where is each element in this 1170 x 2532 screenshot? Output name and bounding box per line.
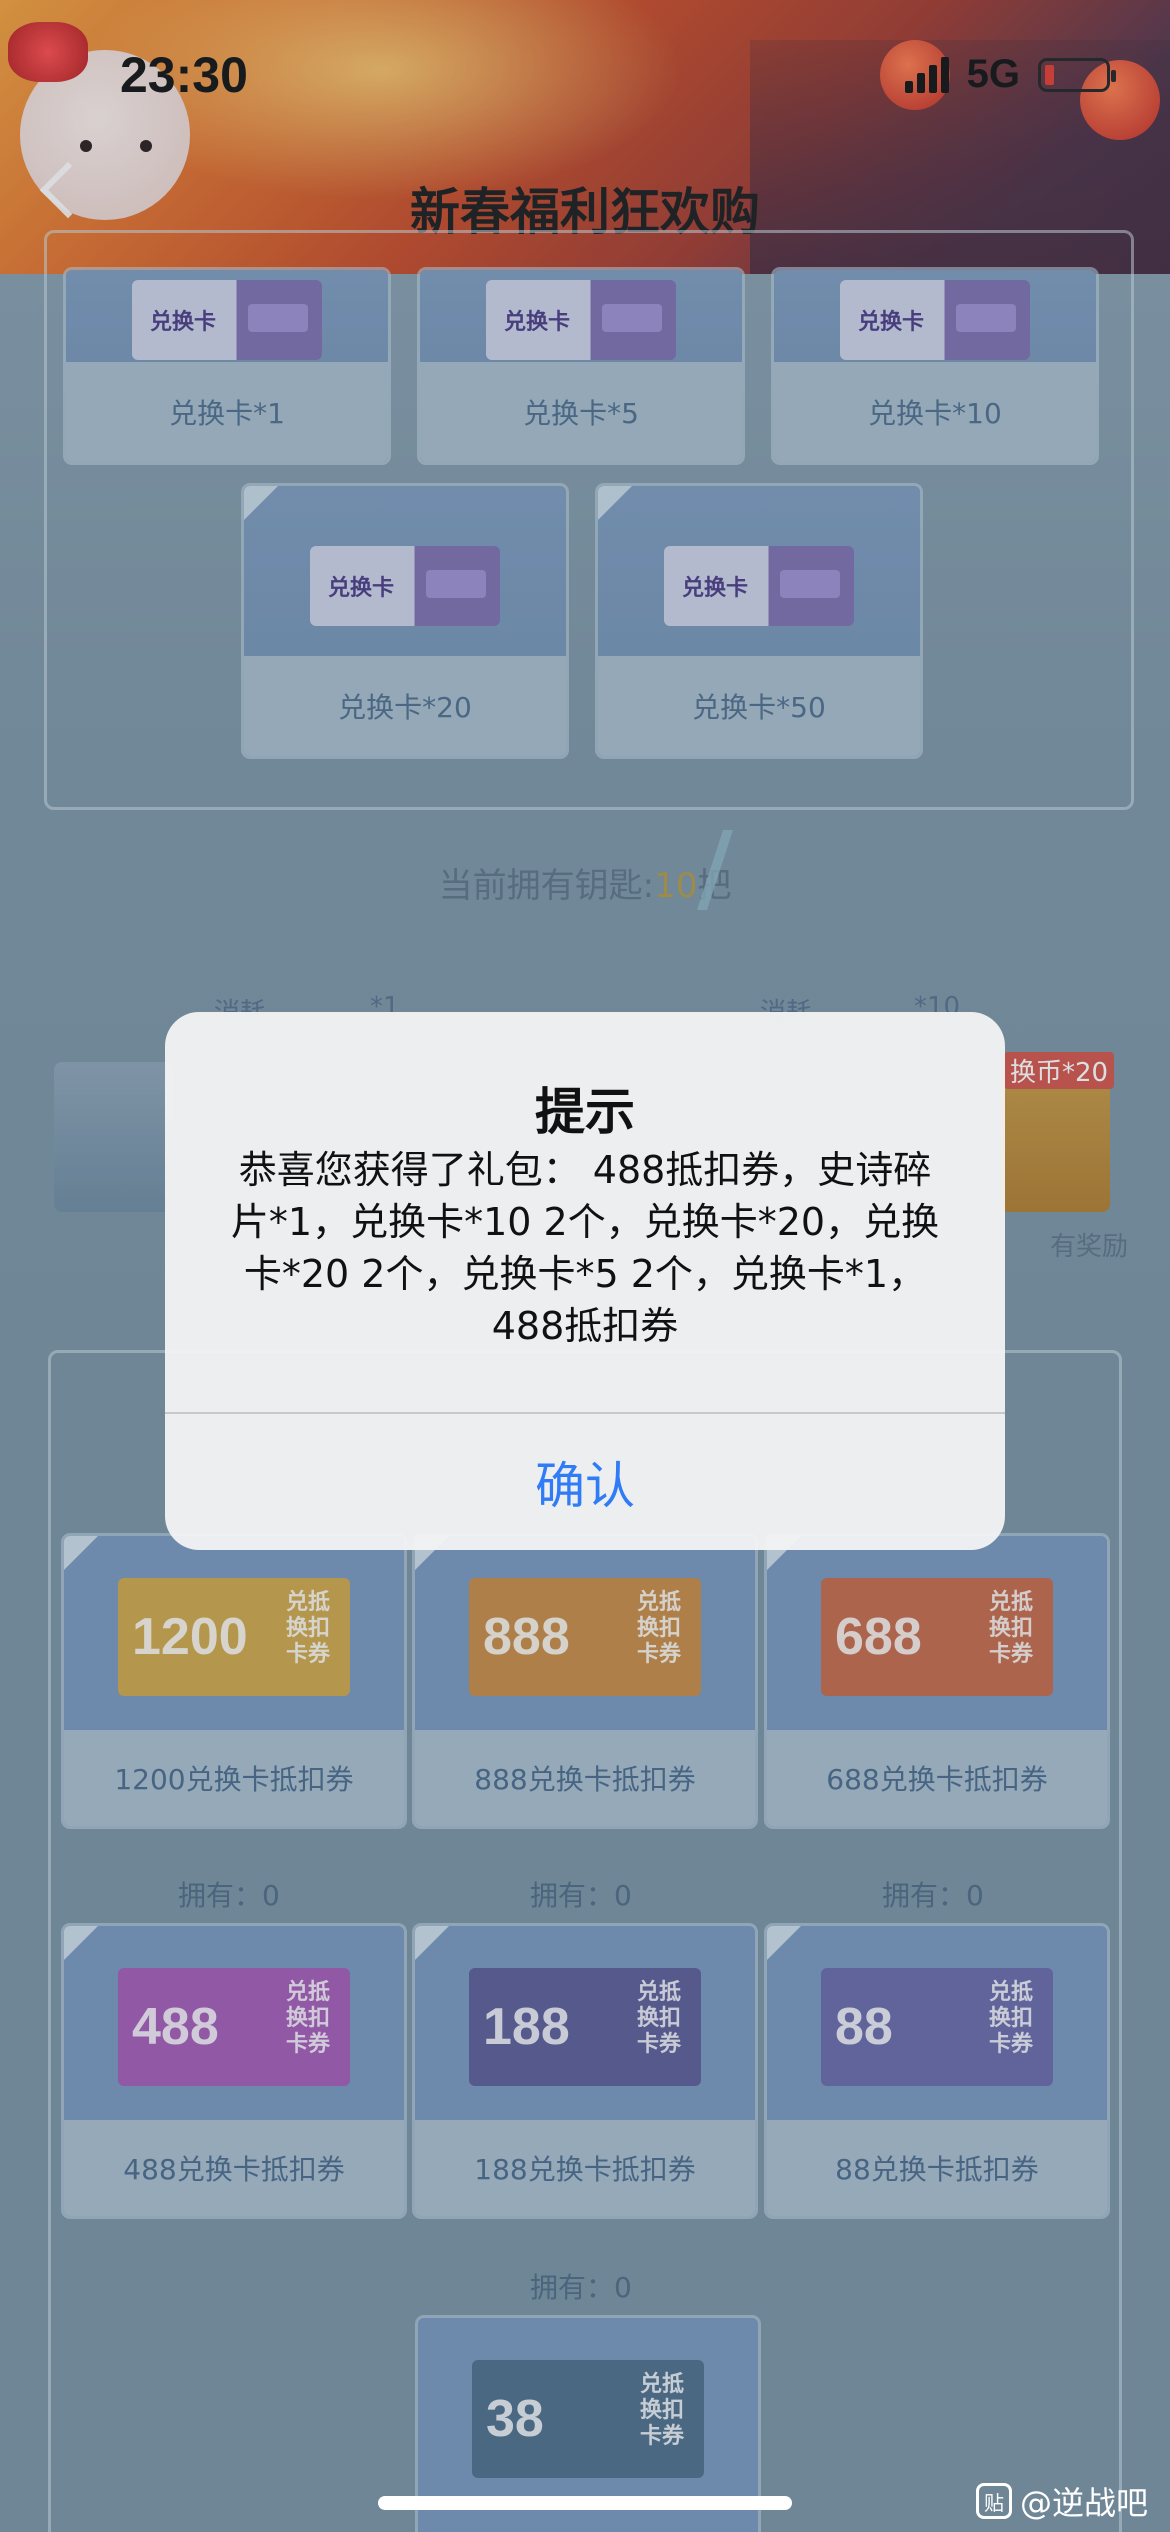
alert-message: 恭喜您获得了礼包： 488抵扣券，史诗碎片*1，兑换卡*10 2个，兑换卡*20… xyxy=(230,1148,940,1348)
app-screen: 23:30 5G 新春福利狂欢购 兑换卡 兑换卡*1 兑换卡 兑换卡*5 兑换卡… xyxy=(0,0,1170,2532)
reward-alert-dialog: 提示 恭喜您获得了礼包： 488抵扣券，史诗碎片*1，兑换卡*10 2个，兑换卡… xyxy=(165,1012,1005,1550)
watermark: 贴 @逆战吧 xyxy=(975,2478,1148,2524)
home-indicator[interactable] xyxy=(378,2496,792,2510)
alert-title: 提示 xyxy=(535,1083,635,1141)
tieba-icon: 贴 xyxy=(975,2483,1012,2519)
watermark-text: @逆战吧 xyxy=(1019,2484,1148,2522)
confirm-button[interactable]: 确认 xyxy=(165,1414,1005,1550)
